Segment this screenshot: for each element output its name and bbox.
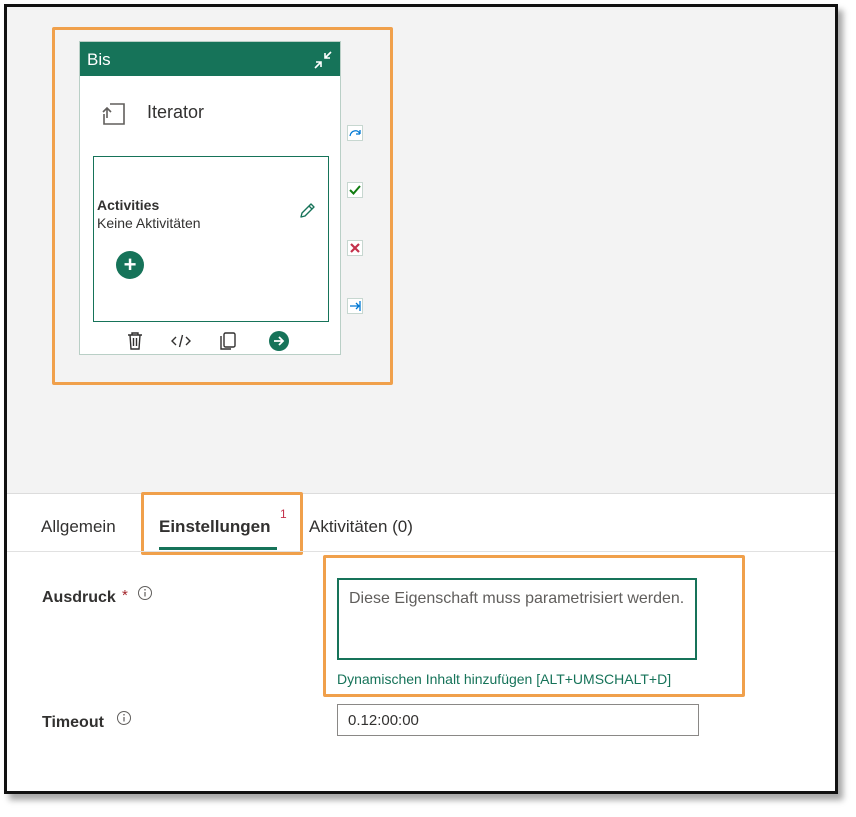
tabs-divider — [7, 551, 835, 552]
activity-card-toolbar — [80, 328, 340, 354]
skip-port[interactable] — [347, 125, 363, 141]
iterator-icon — [102, 103, 125, 125]
code-icon[interactable] — [170, 330, 192, 352]
activity-type-label: Iterator — [147, 102, 205, 122]
trash-icon[interactable] — [124, 330, 146, 352]
completion-arrow-icon — [350, 301, 361, 311]
skip-arrow-icon — [349, 130, 361, 137]
tab-general[interactable]: Allgemein — [41, 517, 116, 537]
activities-container[interactable]: Activities Keine Aktivitäten + — [93, 156, 329, 322]
tab-settings[interactable]: Einstellungen — [159, 517, 270, 537]
arrow-right-circle-icon[interactable] — [268, 330, 290, 352]
required-marker: * — [122, 587, 128, 604]
add-activity-button[interactable]: + — [116, 251, 144, 279]
settings-error-badge: 1 — [280, 507, 287, 521]
collapse-icon[interactable] — [312, 49, 334, 71]
pipeline-canvas[interactable]: Bis Iterator Activities Keine Aktivitäte… — [7, 7, 835, 493]
failure-port[interactable] — [347, 240, 363, 256]
activities-empty-text: Keine Aktivitäten — [97, 215, 201, 231]
activity-title: Bis — [87, 50, 111, 69]
timeout-label: Timeout — [42, 714, 104, 731]
copy-icon[interactable] — [217, 330, 239, 352]
activities-title: Activities — [97, 197, 160, 213]
info-icon[interactable] — [116, 710, 132, 726]
success-check-icon — [349, 185, 361, 195]
success-port[interactable] — [347, 182, 363, 198]
until-activity-card[interactable]: Bis Iterator Activities Keine Aktivitäte… — [79, 41, 341, 355]
window-frame: Bis Iterator Activities Keine Aktivitäte… — [4, 4, 838, 794]
active-tab-indicator — [159, 547, 277, 550]
canvas-divider — [7, 493, 835, 494]
timeout-input[interactable] — [337, 704, 699, 736]
properties-tabs: Allgemein Einstellungen 1 Aktivitäten (0… — [7, 507, 835, 553]
expression-textarea[interactable] — [337, 578, 697, 660]
failure-x-icon — [350, 243, 360, 253]
activity-card-header[interactable]: Bis — [80, 42, 340, 76]
tab-activities[interactable]: Aktivitäten (0) — [309, 517, 413, 537]
pencil-icon[interactable] — [297, 201, 317, 221]
info-icon[interactable] — [137, 585, 153, 601]
completion-port[interactable] — [347, 298, 363, 314]
plus-icon: + — [123, 252, 137, 277]
expression-label: Ausdruck — [42, 589, 116, 606]
add-dynamic-content-link[interactable]: Dynamischen Inhalt hinzufügen [ALT+UMSCH… — [337, 671, 671, 687]
